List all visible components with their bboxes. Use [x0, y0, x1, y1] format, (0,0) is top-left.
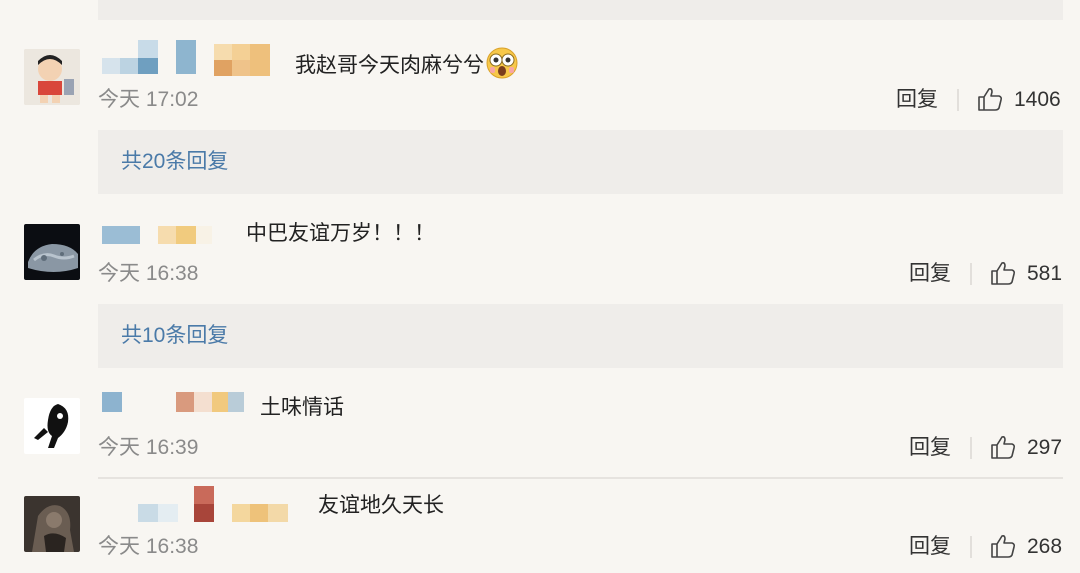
shocked-face-emoji-icon [486, 47, 518, 86]
comment-text: 土味情话 [260, 396, 344, 419]
previous-replies-box [98, 0, 1063, 20]
like-count: 581 [1027, 262, 1063, 285]
comment-text: 我赵哥今天肉麻兮兮 [295, 47, 518, 86]
avatar[interactable] [24, 224, 80, 280]
username-mosaic[interactable] [102, 392, 252, 426]
thumbs-up-icon[interactable] [990, 434, 1016, 460]
thumbs-up-icon[interactable] [990, 533, 1016, 559]
avatar[interactable] [24, 398, 80, 454]
action-divider [970, 263, 972, 285]
action-divider [970, 536, 972, 558]
username-mosaic[interactable] [102, 226, 222, 260]
comment-time: 今天 16:38 [98, 262, 199, 285]
like-count: 1406 [1014, 88, 1061, 111]
action-divider [970, 437, 972, 459]
username-mosaic[interactable] [102, 486, 302, 522]
thumbs-up-icon[interactable] [977, 86, 1003, 112]
reply-button[interactable]: 回复 [896, 88, 938, 112]
reply-button[interactable]: 回复 [909, 535, 951, 559]
more-replies-box[interactable]: 共10条回复 [98, 304, 1063, 368]
more-replies-box[interactable]: 共20条回复 [98, 130, 1063, 194]
avatar[interactable] [24, 496, 80, 552]
more-replies-link[interactable]: 共10条回复 [121, 323, 228, 349]
comment-time: 今天 16:38 [98, 535, 199, 558]
username-mosaic[interactable] [102, 40, 282, 76]
action-divider [957, 89, 959, 111]
comment-time: 今天 16:39 [98, 436, 199, 459]
like-count: 297 [1027, 436, 1063, 459]
thumbs-up-icon[interactable] [990, 260, 1016, 286]
reply-button[interactable]: 回复 [909, 436, 951, 460]
more-replies-link[interactable]: 共20条回复 [121, 149, 228, 175]
reply-button[interactable]: 回复 [909, 262, 951, 286]
comment-divider [98, 477, 1063, 479]
comment-text: 中巴友谊万岁！！！ [246, 222, 435, 245]
comment-text: 友谊地久天长 [318, 494, 444, 517]
like-count: 268 [1027, 535, 1063, 558]
avatar[interactable] [24, 49, 80, 105]
comment-time: 今天 17:02 [98, 88, 199, 111]
